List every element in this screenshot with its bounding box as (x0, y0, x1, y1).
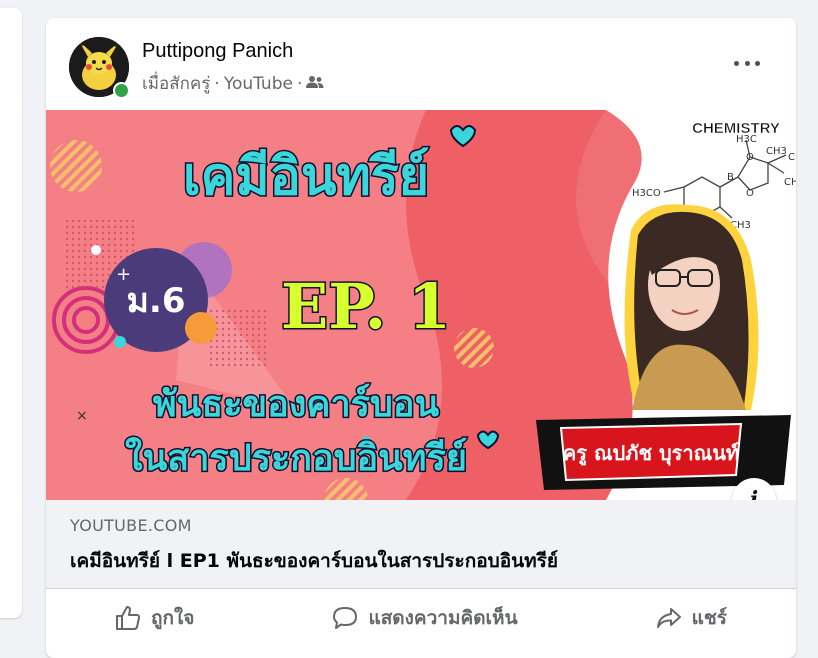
share-button[interactable]: แชร์ (656, 603, 727, 633)
mol-b: B (727, 172, 734, 183)
link-preview[interactable]: YOUTUBE.COM เคมีอินทรีย์ l EP1 พันธะของค… (46, 500, 796, 589)
post-source: YouTube (223, 73, 293, 94)
link-title[interactable]: เคมีอินทรีย์ l EP1 พันธะของคาร์บอนในสารป… (70, 546, 558, 576)
mol-ch3-right2: CH3 (784, 177, 796, 188)
mol-ch3-right1: CH3 (788, 152, 796, 163)
mol-o1: O (746, 152, 754, 163)
author-name[interactable]: Puttipong Panich (142, 40, 293, 63)
feed-post: Puttipong Panich เมื่อสักครู่ · YouTube … (46, 18, 796, 658)
thumbnail-artwork: + × CHEMISTRY H3C CH3 CH3 CH3 B O O (46, 110, 796, 500)
previous-card-edge (0, 8, 22, 618)
post-header: Puttipong Panich เมื่อสักครู่ · YouTube … (46, 18, 796, 110)
post-meta: เมื่อสักครู่ · YouTube · (142, 70, 324, 97)
friends-icon[interactable] (306, 74, 324, 94)
like-label: ถูกใจ (151, 607, 195, 629)
svg-text:×: × (76, 408, 88, 424)
share-icon (656, 608, 681, 628)
comment-icon (333, 607, 358, 629)
online-status-dot (113, 82, 130, 99)
episode-label: EP. 1 (281, 270, 451, 343)
more-options-icon[interactable] (734, 56, 760, 70)
thumbnail-title: เคมีอินทรีย์ (183, 147, 429, 207)
mol-o2: O (746, 188, 754, 199)
meta-separator: · (214, 73, 220, 94)
subtitle-line1: พันธะของคาร์บอน (153, 383, 440, 425)
post-time[interactable]: เมื่อสักครู่ (142, 70, 210, 97)
teacher-portrait (624, 204, 759, 410)
grade-label: ม.6 (127, 281, 186, 321)
like-button[interactable]: ถูกใจ (115, 603, 194, 633)
mol-h3c-top: H3C (736, 134, 757, 145)
link-domain: YOUTUBE.COM (70, 516, 192, 535)
video-thumbnail[interactable]: + × CHEMISTRY H3C CH3 CH3 CH3 B O O (46, 110, 796, 500)
like-icon (116, 606, 141, 630)
comment-button[interactable]: แสดงความคิดเห็น (332, 603, 518, 633)
mol-ch3-top: CH3 (766, 146, 787, 157)
share-label: แชร์ (691, 607, 727, 629)
mol-h3co: H3CO (632, 188, 661, 199)
teacher-name: ครู ณปภัช บุราณนท์ (563, 441, 739, 467)
comment-label: แสดงความคิดเห็น (368, 607, 518, 629)
subtitle-line2: ในสารประกอบอินทรีย์ (125, 436, 467, 479)
meta-separator-2: · (296, 73, 303, 94)
post-actions: ถูกใจ แสดงความคิดเห็น แชร์ (46, 592, 796, 644)
